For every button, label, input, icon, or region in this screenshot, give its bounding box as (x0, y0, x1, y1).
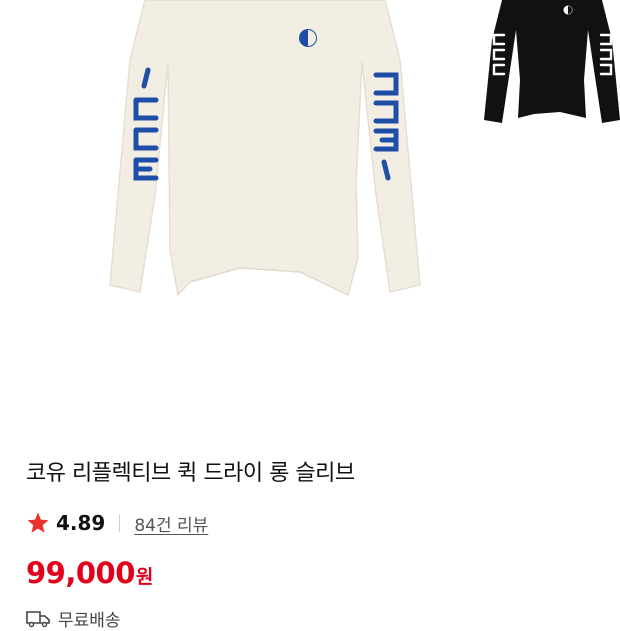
price: 99,000 원 (26, 556, 153, 590)
price-currency: 원 (135, 566, 154, 588)
rating-score: 4.89 (56, 511, 106, 535)
truck-icon (26, 610, 50, 627)
product-title: 코유 리플렉티브 퀵 드라이 롱 슬리브 (26, 461, 355, 486)
alternate-color-thumbnail[interactable] (484, 0, 620, 124)
review-count-link[interactable]: 84건 리뷰 (134, 511, 208, 536)
star-icon (27, 512, 49, 533)
shipping-label: 무료배송 (58, 611, 121, 631)
main-product-image[interactable] (100, 0, 430, 310)
rating-divider (119, 514, 121, 532)
price-amount: 99,000 (26, 556, 135, 590)
rating-row: 4.89 84건 리뷰 (26, 508, 208, 538)
shipping-info: 무료배송 (26, 606, 121, 631)
product-image-gallery[interactable] (0, 0, 620, 440)
